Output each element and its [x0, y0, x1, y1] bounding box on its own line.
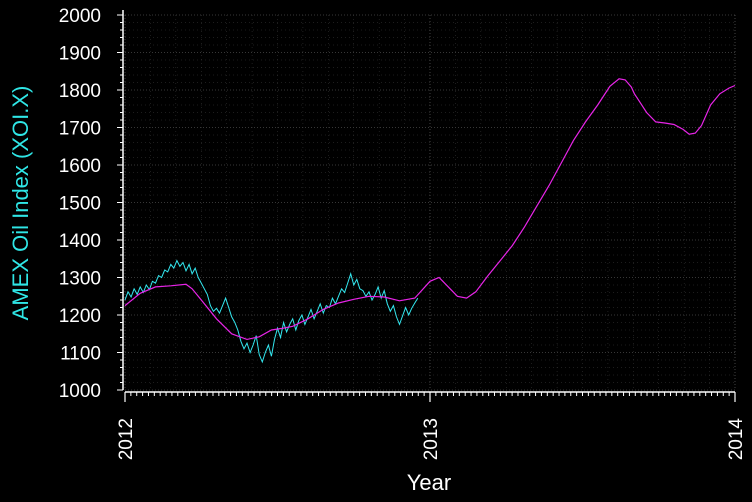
y-tick-label: 2000 — [59, 6, 101, 27]
y-tick-label: 1300 — [59, 269, 101, 290]
y-tick-label: 1000 — [59, 381, 101, 402]
y-tick-label: 1600 — [59, 156, 101, 177]
x-axis-label: Year — [407, 470, 451, 495]
y-tick-label: 1700 — [59, 119, 101, 140]
y-tick-label: 1500 — [59, 194, 101, 215]
y-tick-label: 1100 — [60, 344, 101, 365]
y-axis-label: AMEX Oil Index (XOI.X) — [8, 86, 33, 321]
y-tick-label: 1200 — [59, 306, 101, 327]
x-tick-label: 2014 — [726, 418, 747, 461]
y-tick-label: 1900 — [59, 44, 101, 65]
x-tick-label: 2013 — [421, 418, 442, 460]
chart-background — [0, 0, 752, 502]
chart: 1000 1100 1200 1300 1400 1500 1600 1700 1800 1900… — [0, 0, 752, 502]
x-tick-label: 2012 — [116, 418, 137, 460]
y-tick-label: 1800 — [59, 81, 101, 102]
y-tick-label: 1400 — [59, 231, 101, 252]
